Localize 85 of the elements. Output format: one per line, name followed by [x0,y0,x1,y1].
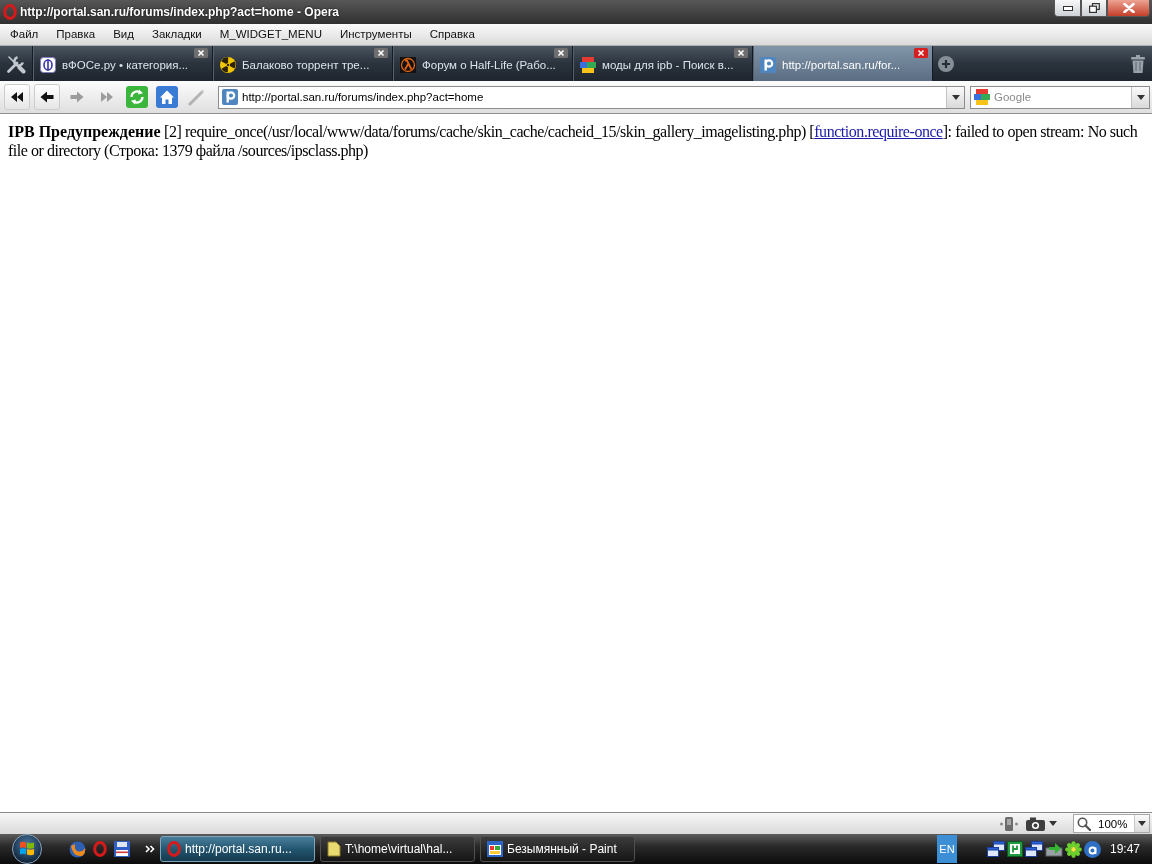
search-field[interactable]: Google [994,86,1131,108]
search-bar[interactable]: Google [970,85,1150,109]
close-button[interactable] [1107,0,1150,17]
taskbar-button[interactable]: T:\home\virtual\hal... [320,836,475,862]
close-icon[interactable] [194,48,208,58]
taskbar-button[interactable]: Безымянный - Paint [480,836,635,862]
camera-icon [1026,816,1045,831]
tab-title: моды для ipb - Поиск в... [602,58,734,71]
document-icon [327,841,341,857]
plus-icon[interactable] [938,55,954,72]
window-title: http://portal.san.ru/forums/index.php?act=home - Opera [20,5,340,19]
menu-item[interactable]: Инструменты [330,24,421,45]
reload-icon [126,86,148,108]
caret-icon [951,94,960,100]
close-icon[interactable] [734,48,748,58]
menu-item[interactable]: Закладки [142,24,211,45]
swirl-globe-icon [69,840,86,858]
browser-tab[interactable]: http://portal.san.ru/for... [753,46,933,81]
back-arrow-icon [40,91,54,103]
launch-button[interactable] [69,840,86,858]
camera-button[interactable] [1024,816,1059,831]
overlapping-windows-icon[interactable] [986,841,1005,857]
dropdown-button[interactable] [1134,815,1149,832]
minimize-icon [1062,5,1073,11]
launch-button[interactable] [93,841,107,857]
pen-icon [188,88,206,106]
site-logo-icon [760,56,776,73]
dropdown-button[interactable] [1131,86,1149,108]
forward-arrow-icon [70,91,84,103]
back-button[interactable] [34,84,60,110]
multicolor-logo-icon [974,89,990,105]
error-message: IPB Предупреждение [2] require_once(/usr/local/www/data/forums/cache/skin_cache/cacheid_15/skin_gallery_imagelisting.php) [function.require-once]: failed to open stream: No such file or directory (Строка: 1379 файла /sources/ipsclass.php) [8,122,1139,160]
rewind-icon [10,91,24,103]
overlapping-windows-icon[interactable] [1024,841,1043,857]
tools-icon [6,53,26,74]
menu-item[interactable]: Файл [1,24,48,45]
site-logo-icon [222,89,238,105]
ring-logo-icon [93,841,107,857]
menu-item[interactable]: Вид [104,24,143,45]
radiation-icon [220,56,236,73]
clock: 19:47 [1109,842,1140,856]
tab-title: Балаково торрент тре... [242,58,370,71]
ring-logo-icon [3,4,17,20]
arrow-box-icon[interactable] [1044,841,1063,857]
close-icon [1122,3,1135,13]
lambda-logo-icon [400,56,416,73]
function-link[interactable]: function.require-once [814,123,943,140]
close-icon[interactable] [374,48,388,58]
menu-item[interactable]: Правка [47,24,105,45]
close-icon[interactable] [914,48,928,58]
tab-title: Форум о Half-Life (Рабо... [422,58,556,71]
close-icon[interactable] [554,48,568,58]
minimize-button[interactable] [1054,0,1081,17]
circle-logo-icon[interactable] [1083,840,1101,858]
tab-title: http://portal.san.ru/for... [782,58,901,71]
caret-icon [1049,821,1057,826]
flag-logo-icon [12,834,42,864]
double-chevron-icon[interactable] [145,845,155,853]
round-logo-icon [40,56,56,73]
home-icon [156,86,178,108]
launch-button[interactable] [114,841,130,857]
paint-icon [487,841,503,857]
maximize-icon [1088,3,1100,13]
reload-button[interactable] [124,84,150,110]
caret-icon [1136,94,1145,100]
start-button[interactable] [11,834,43,864]
ring-logo-icon [167,841,181,857]
device-icon[interactable] [1000,816,1018,831]
caret-icon [1138,821,1146,826]
rewind-button[interactable] [4,84,30,110]
tab-title: вФОСе.ру • категория... [62,58,189,71]
fast-forward-icon [100,91,114,103]
taskbar-button[interactable]: http://portal.san.ru... [160,836,315,862]
zoom-value: 100% [1098,817,1129,830]
home-button[interactable] [154,84,180,110]
search-icon [1077,816,1091,831]
flower-icon[interactable] [1064,840,1082,858]
trash-icon[interactable] [1131,54,1145,73]
dropdown-button[interactable] [946,86,964,108]
multicolor-logo-icon [580,56,596,73]
menu-item[interactable]: M_WIDGET_MENU [210,24,331,45]
tile-logo-icon[interactable] [1006,841,1023,857]
zoom-selector[interactable]: 100% [1073,814,1150,833]
menu-item[interactable]: Справка [420,24,484,45]
maximize-button[interactable] [1081,0,1107,17]
